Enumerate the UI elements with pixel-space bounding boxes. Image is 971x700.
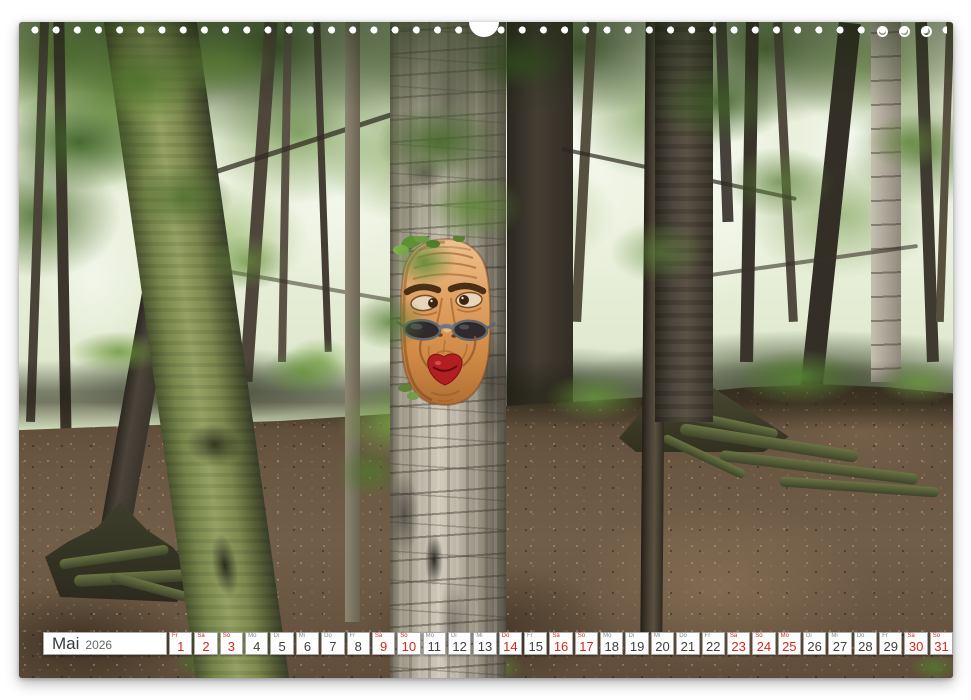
day-number: 15 — [525, 640, 546, 653]
calendar-day-cell: So 3 — [220, 632, 243, 655]
calendar-sheet-photo: Mai 2026 Fr 1 Sa 2 So 3 Mo 4 Di — [19, 22, 953, 678]
calendar-day-cell: Mi 13 — [473, 632, 496, 655]
calendar-day-cell: Mi 27 — [828, 632, 851, 655]
year-label: 2026 — [85, 636, 112, 651]
calendar-day-cell: Do 14 — [499, 632, 522, 655]
day-number: 14 — [500, 640, 521, 653]
day-number: 24 — [753, 640, 774, 653]
day-number: 21 — [677, 640, 698, 653]
day-number: 13 — [474, 640, 495, 653]
day-number: 27 — [829, 640, 850, 653]
day-number: 19 — [626, 640, 647, 653]
large-right-trunk — [655, 22, 713, 422]
calendar-day-cell: Fr 15 — [524, 632, 547, 655]
calendar-day-cell: Sa 9 — [372, 632, 395, 655]
calendar-day-cell: Mo 25 — [778, 632, 801, 655]
day-number: 3 — [221, 640, 242, 653]
punch-hole-ring — [899, 26, 910, 37]
day-number: 7 — [322, 640, 343, 653]
day-number: 10 — [398, 640, 419, 653]
day-number: 22 — [703, 640, 724, 653]
day-number: 26 — [804, 640, 825, 653]
calendar-day-cell: So 24 — [752, 632, 775, 655]
calendar-day-cell: Do 21 — [676, 632, 699, 655]
day-number: 30 — [905, 640, 926, 653]
carved-face-sculpture — [393, 236, 497, 408]
calendar-day-cell: Fr 29 — [879, 632, 902, 655]
day-number: 8 — [348, 640, 369, 653]
day-number: 4 — [246, 640, 267, 653]
calendar-day-cell: Di 12 — [448, 632, 471, 655]
day-number: 12 — [449, 640, 470, 653]
calendar-day-cell: Fr 8 — [347, 632, 370, 655]
calendar-day-cell: Sa 23 — [727, 632, 750, 655]
day-number: 18 — [601, 640, 622, 653]
calendar-strip: Mai 2026 Fr 1 Sa 2 So 3 Mo 4 Di — [43, 632, 953, 655]
calendar-day-cell: Di 26 — [803, 632, 826, 655]
calendar-day-cell: Mo 11 — [423, 632, 446, 655]
day-number: 1 — [170, 640, 191, 653]
calendar-day-cell: So 10 — [397, 632, 420, 655]
calendar-day-cell: So 17 — [575, 632, 598, 655]
calendar-day-cell: Mo 4 — [245, 632, 268, 655]
punch-hole-ring — [877, 26, 888, 37]
calendar-day-cell: Di 5 — [270, 632, 293, 655]
calendar-day-cell: Sa 30 — [904, 632, 927, 655]
day-number: 5 — [271, 640, 292, 653]
calendar-day-cell: Do 28 — [854, 632, 877, 655]
calendar-day-cell: Sa 16 — [549, 632, 572, 655]
month-name: Mai — [52, 635, 79, 652]
carved-face-art — [393, 236, 497, 408]
calendar-day-cell: So 31 — [930, 632, 953, 655]
day-number: 20 — [652, 640, 673, 653]
calendar-day-cell: Do 7 — [321, 632, 344, 655]
day-number: 23 — [728, 640, 749, 653]
day-number: 11 — [424, 640, 445, 653]
day-number: 6 — [297, 640, 318, 653]
day-number: 16 — [550, 640, 571, 653]
day-number: 29 — [880, 640, 901, 653]
calendar-day-cell: Fr 22 — [702, 632, 725, 655]
calendar-day-cell: Mo 18 — [600, 632, 623, 655]
calendar-day-cell: Di 19 — [625, 632, 648, 655]
calendar-day-cell: Fr 1 — [169, 632, 192, 655]
day-number: 31 — [931, 640, 952, 653]
calendar-day-cell: Mi 6 — [296, 632, 319, 655]
day-number: 9 — [373, 640, 394, 653]
day-number: 2 — [195, 640, 216, 653]
day-number: 25 — [779, 640, 800, 653]
calendar-day-cell: Sa 2 — [194, 632, 217, 655]
punch-hole-ring — [921, 26, 932, 37]
day-number: 17 — [576, 640, 597, 653]
day-number: 28 — [855, 640, 876, 653]
calendar-day-cell: Mi 20 — [651, 632, 674, 655]
calendar-product-view: Mai 2026 Fr 1 Sa 2 So 3 Mo 4 Di — [0, 0, 971, 700]
month-label-box: Mai 2026 — [43, 632, 167, 655]
day-cells: Fr 1 Sa 2 So 3 Mo 4 Di 5 Mi 6 — [169, 632, 953, 655]
